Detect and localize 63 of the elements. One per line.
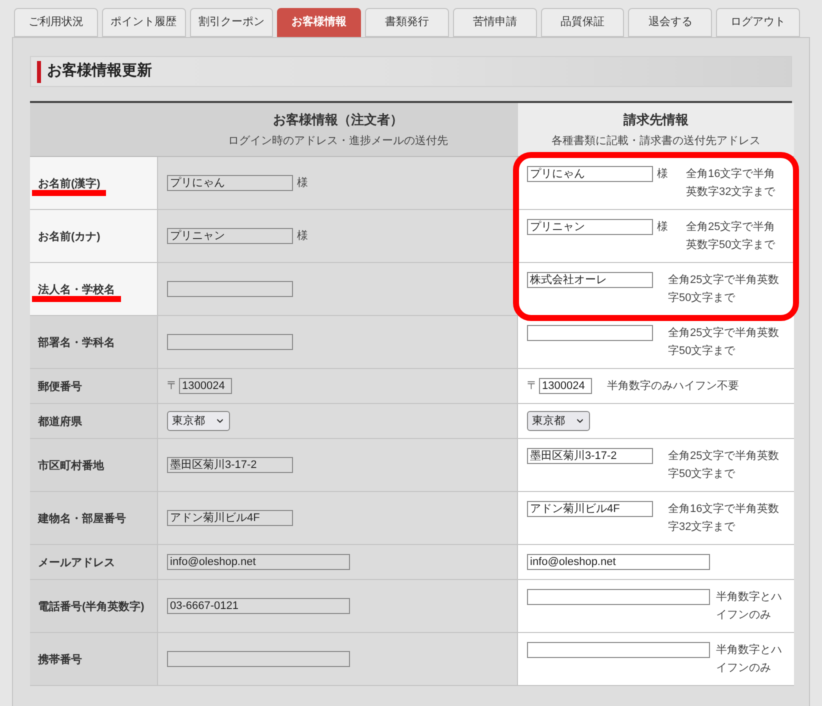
row-label: お名前(カナ) — [38, 231, 100, 243]
nav-tab[interactable]: 品質保証 — [540, 8, 624, 37]
title-accent-icon — [37, 60, 41, 82]
text-field[interactable]: プリにゃん — [527, 166, 653, 182]
text-field[interactable] — [527, 642, 710, 658]
field-note: 半角数字のみハイフン不要 — [607, 378, 740, 394]
honorific-suffix: 様 — [657, 166, 668, 182]
text-field[interactable]: 墨田区菊川3-17-2 — [527, 448, 653, 464]
text-field[interactable]: アドン菊川ビル4F — [527, 501, 653, 517]
nav-tab[interactable]: 苦情申請 — [452, 8, 537, 37]
prefecture-dropdown[interactable]: 東京都 — [527, 411, 590, 431]
row-label: メールアドレス — [38, 557, 115, 569]
field-note: 全角16文字で半角英数字32文字まで — [686, 166, 776, 200]
header-title: お客様情報（注文者） — [273, 111, 403, 129]
postal-mark: 〒 — [527, 378, 538, 394]
text-field[interactable] — [527, 325, 653, 341]
field-note: 全角25文字で半角英数字50文字まで — [668, 448, 780, 482]
header-subtitle: 各種書類に記載・請求書の送付先アドレス — [552, 134, 760, 148]
field-note: 半角数字とハイフンのみ — [716, 590, 783, 623]
postal-mark: 〒 — [167, 378, 178, 394]
text-field[interactable] — [167, 651, 350, 667]
text-field[interactable]: プリニャン — [167, 228, 293, 244]
nav-tab[interactable]: ポイント履歴 — [102, 8, 186, 37]
field-note: 全角25文字で半角英数字50文字まで — [686, 220, 776, 253]
text-field[interactable] — [167, 334, 293, 350]
nav-tab[interactable]: ログアウト — [716, 8, 800, 37]
postal-code-field[interactable]: 1300024 — [539, 378, 592, 394]
row-label: 建物名・部屋番号 — [38, 513, 126, 525]
text-field[interactable] — [167, 281, 293, 297]
nav-tab[interactable]: お客様情報 — [277, 8, 362, 37]
row-label: 市区町村番地 — [38, 460, 104, 472]
row-label: 都道府県 — [38, 416, 82, 428]
field-note: 半角数字とハイフンのみ — [716, 642, 783, 676]
field-note: 全角16文字で半角英数字32文字まで — [668, 502, 780, 535]
field-note: 全角25文字で半角英数字50文字まで — [668, 272, 780, 306]
nav-tab[interactable]: 退会する — [628, 8, 712, 37]
row-label: お名前(漢字) — [38, 178, 100, 190]
honorific-suffix: 様 — [657, 220, 668, 235]
text-field[interactable]: プリにゃん — [167, 175, 293, 191]
row-label: 郵便番号 — [38, 381, 82, 393]
nav-tab[interactable]: 割引クーポン — [190, 8, 274, 37]
text-field[interactable]: info@oleshop.net — [527, 554, 710, 570]
honorific-suffix: 様 — [297, 176, 308, 191]
text-field[interactable]: 株式会社オーレ — [527, 272, 653, 288]
text-field[interactable]: プリニャン — [527, 219, 653, 235]
row-label: 携帯番号 — [38, 654, 82, 666]
row-label: 電話番号(半角英数字) — [38, 601, 144, 613]
row-label: 法人名・学校名 — [38, 284, 115, 296]
text-field[interactable]: info@oleshop.net — [167, 554, 350, 570]
prefecture-dropdown[interactable]: 東京都 — [167, 411, 230, 431]
header-subtitle: ログイン時のアドレス・進捗メールの送付先 — [228, 134, 448, 148]
text-field[interactable]: 墨田区菊川3-17-2 — [167, 457, 293, 473]
text-field[interactable]: 03-6667-0121 — [167, 598, 350, 614]
section-title: お客様情報更新 — [47, 61, 152, 82]
nav-tab[interactable]: ご利用状況 — [14, 8, 98, 37]
text-field[interactable] — [527, 589, 710, 605]
text-field[interactable]: アドン菊川ビル4F — [167, 510, 293, 526]
header-title: 請求先情報 — [624, 111, 688, 129]
honorific-suffix: 様 — [297, 228, 308, 244]
row-label: 部署名・学科名 — [38, 337, 115, 349]
nav-tab[interactable]: 書類発行 — [365, 8, 449, 37]
postal-code-field[interactable]: 1300024 — [179, 378, 232, 394]
field-note: 全角25文字で半角英数字50文字まで — [668, 326, 780, 359]
